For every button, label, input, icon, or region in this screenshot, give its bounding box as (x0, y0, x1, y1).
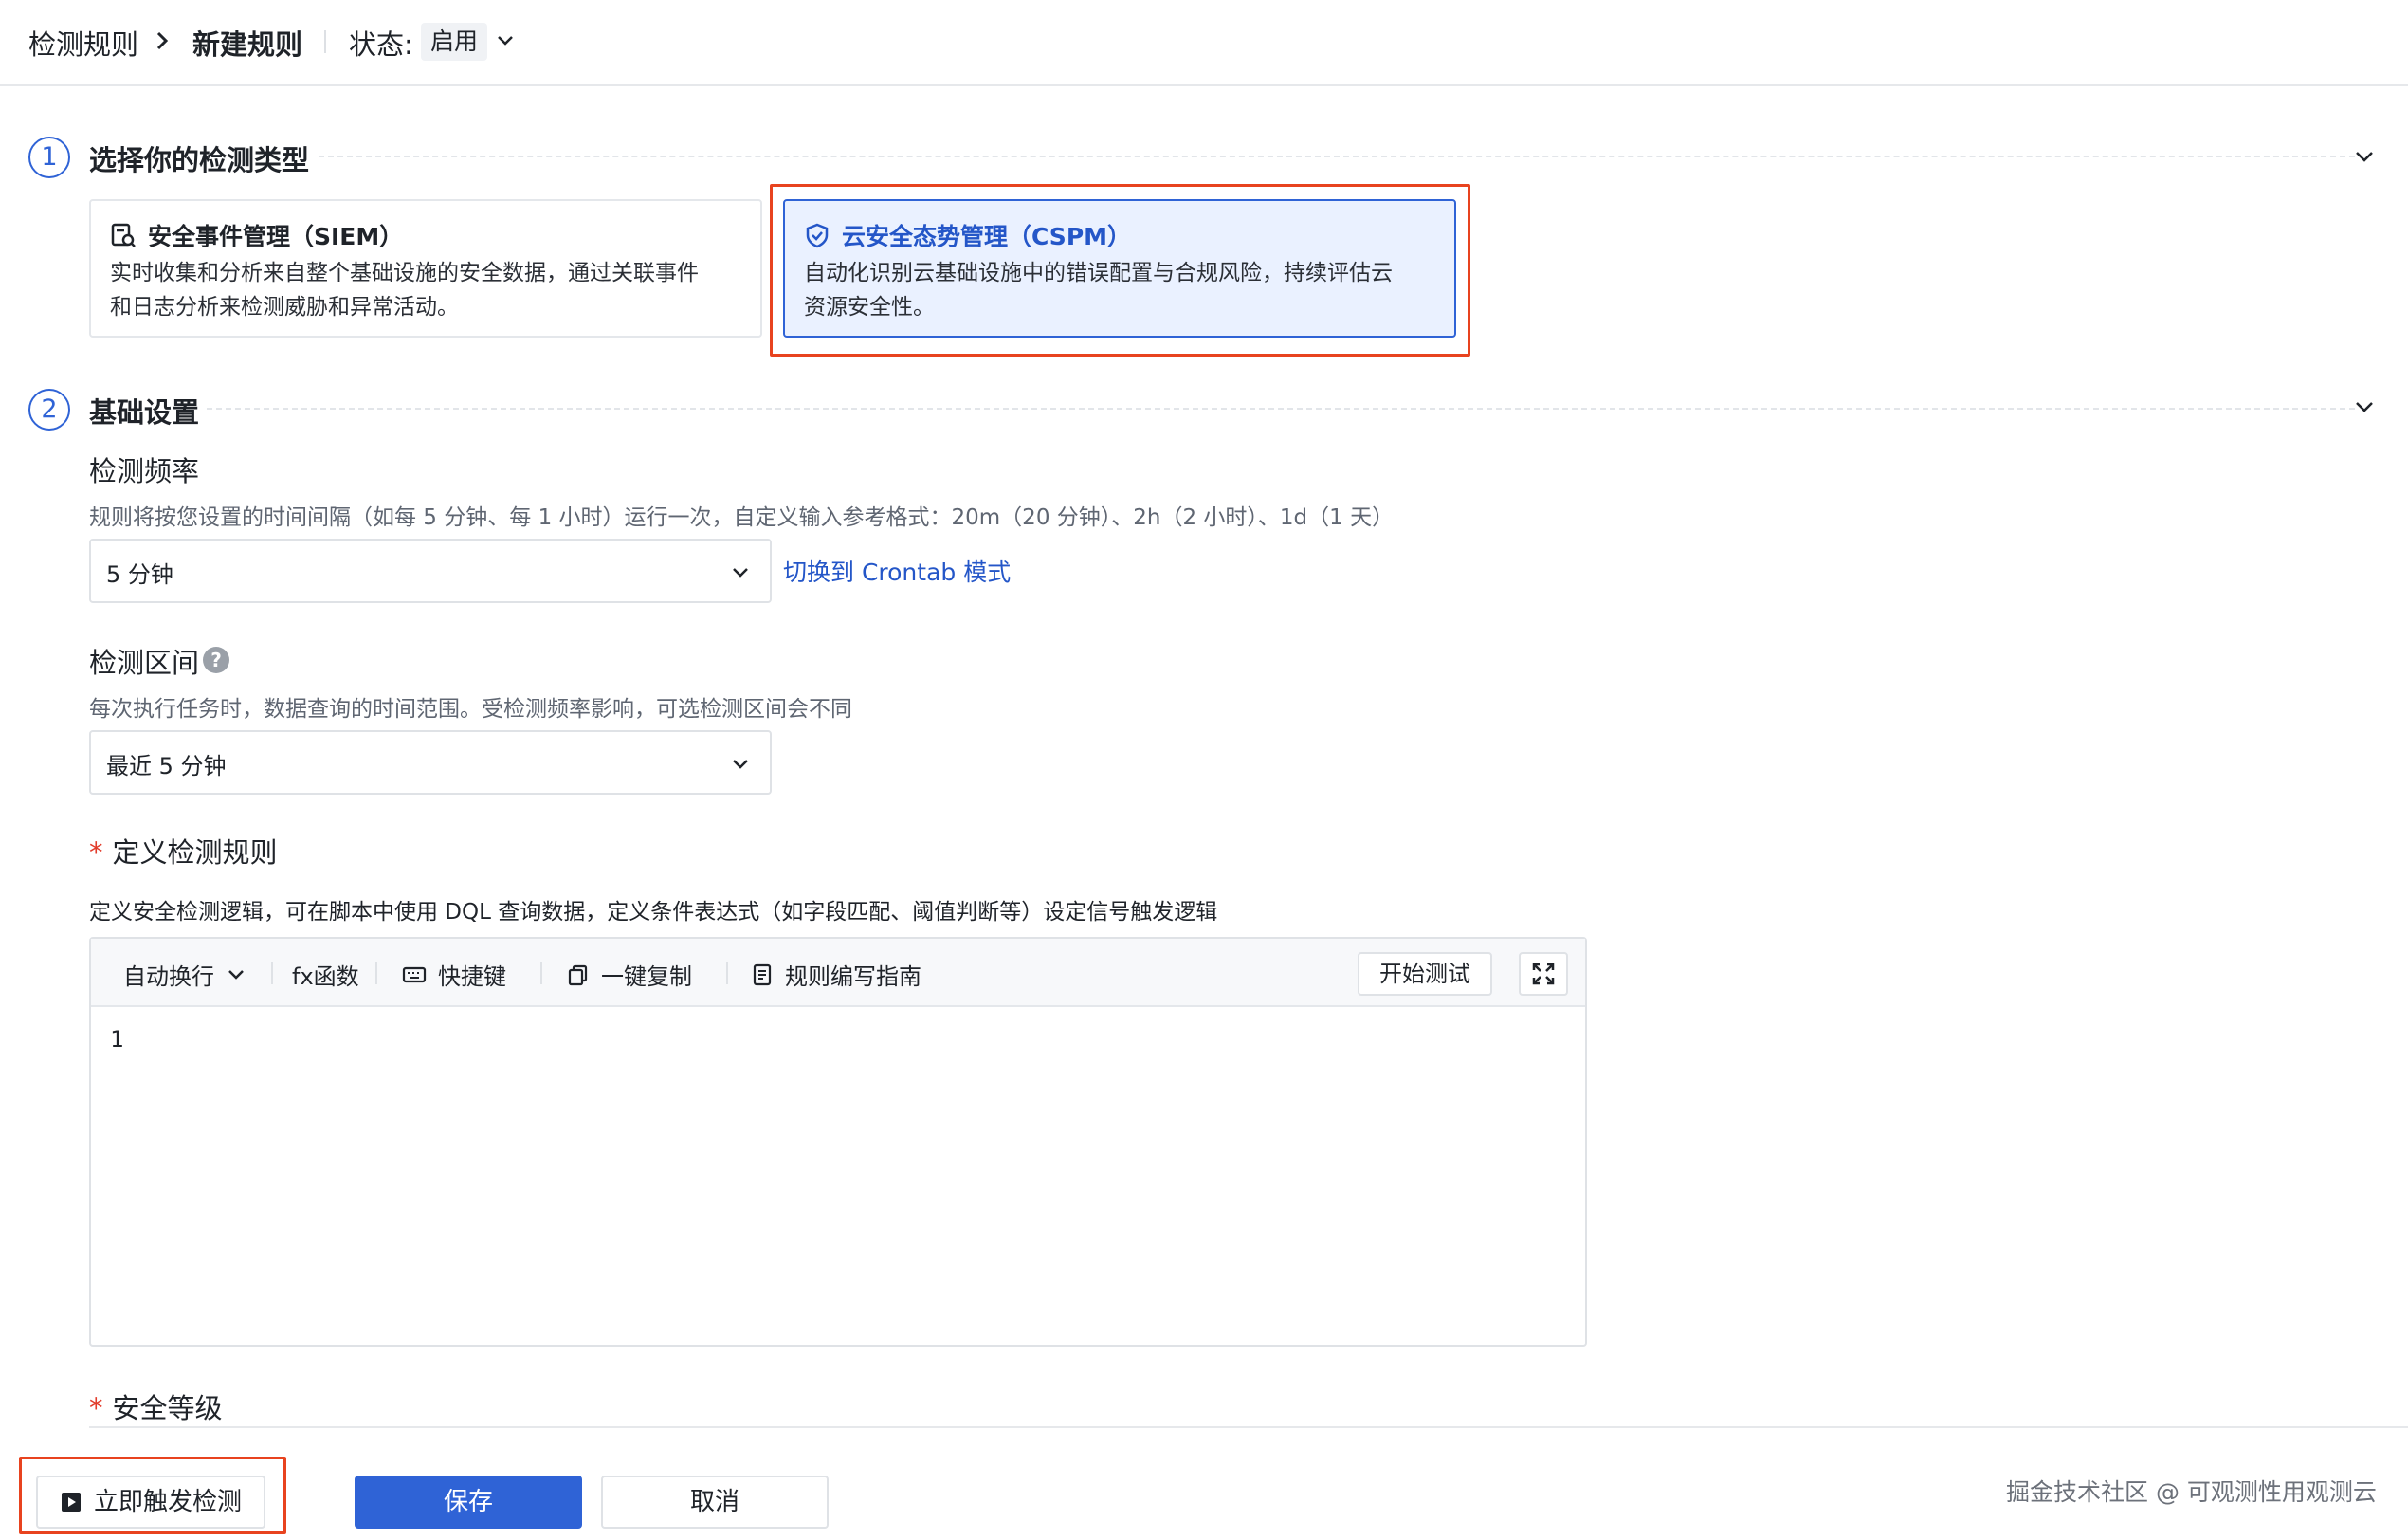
rule-help: 定义安全检测逻辑，可在脚本中使用 DQL 查询数据，定义条件表达式（如字段匹配、… (89, 900, 1218, 925)
chevron-down-icon[interactable] (495, 32, 516, 49)
step-number-1: 1 (28, 137, 70, 178)
collapse-step1-icon[interactable] (2353, 148, 2376, 165)
range-help: 每次执行任务时，数据查询的时间范围。受检测频率影响，可选检测区间会不同 (89, 697, 852, 722)
range-value: 最近 5 分钟 (106, 753, 227, 779)
highlight-box-trigger (19, 1457, 286, 1534)
step1-title: 选择你的检测类型 (89, 144, 310, 176)
range-select[interactable]: 最近 5 分钟 (89, 730, 772, 795)
document-search-icon (111, 223, 136, 248)
step2-title: 基础设置 (89, 396, 200, 429)
step1-divider (319, 156, 2355, 157)
word-wrap-toggle[interactable]: 自动换行 (123, 958, 258, 991)
chevron-right-icon (156, 31, 169, 50)
breadcrumb-root[interactable]: 检测规则 (28, 23, 138, 63)
keyboard-icon (402, 966, 427, 982)
footer-divider (89, 1426, 2408, 1428)
rule-label-text: 定义检测规则 (112, 836, 278, 869)
editor-toolbar: 自动换行 fx函数 快捷键 一键复制 规则编写指南 开始测试 (91, 939, 1585, 1007)
siem-card-title: 安全事件管理（SIEM） (110, 218, 741, 252)
fullscreen-icon (1532, 962, 1555, 985)
chevron-down-icon (228, 969, 244, 980)
cancel-button[interactable]: 取消 (601, 1476, 829, 1529)
save-button[interactable]: 保存 (355, 1476, 582, 1529)
toolbar-divider (540, 962, 542, 984)
crontab-mode-link[interactable]: 切换到 Crontab 模式 (783, 554, 1011, 588)
editor-line-number: 1 (110, 1026, 124, 1053)
top-bar: 检测规则 新建规则 状态: 启用 (0, 0, 2408, 86)
collapse-step2-icon[interactable] (2353, 398, 2376, 415)
siem-desc-line1: 实时收集和分析来自整个基础设施的安全数据，通过关联事件 (110, 261, 699, 285)
required-mark: * (89, 1392, 103, 1424)
shortcuts-label: 快捷键 (438, 963, 506, 990)
severity-label: * 安全等级 (89, 1386, 223, 1426)
step-number-2: 2 (28, 389, 70, 431)
rule-guide-button[interactable]: 规则编写指南 (751, 958, 921, 991)
toolbar-divider (726, 962, 728, 984)
copy-icon (568, 964, 588, 985)
status-value[interactable]: 启用 (421, 23, 488, 61)
frequency-select[interactable]: 5 分钟 (89, 539, 772, 603)
siem-title-text: 安全事件管理（SIEM） (148, 223, 404, 250)
fx-functions-button[interactable]: fx函数 (292, 958, 359, 991)
toolbar-divider (375, 962, 377, 984)
chevron-down-icon (733, 760, 748, 769)
siem-card[interactable]: 安全事件管理（SIEM） 实时收集和分析来自整个基础设施的安全数据，通过关联事件… (89, 199, 762, 338)
copy-all-button[interactable]: 一键复制 (567, 958, 692, 991)
chevron-down-icon (733, 568, 748, 578)
severity-label-text: 安全等级 (112, 1392, 223, 1424)
start-test-button[interactable]: 开始测试 (1358, 952, 1492, 996)
step2-divider (207, 408, 2355, 410)
help-icon[interactable]: ? (203, 647, 229, 673)
highlight-box-cspm (770, 184, 1470, 357)
header-divider (324, 30, 326, 53)
watermark-text: 掘金技术社区 @ 可观测性用观测云 (2006, 1478, 2377, 1506)
frequency-help: 规则将按您设置的时间间隔（如每 5 分钟、每 1 小时）运行一次，自定义输入参考… (89, 505, 1395, 530)
frequency-label: 检测频率 (89, 455, 200, 487)
word-wrap-label: 自动换行 (123, 963, 214, 990)
toolbar-divider (271, 962, 273, 984)
rule-code-editor[interactable]: 自动换行 fx函数 快捷键 一键复制 规则编写指南 开始测试 1 (89, 937, 1587, 1347)
document-icon (753, 963, 772, 985)
breadcrumb-current: 新建规则 (192, 28, 303, 61)
shortcuts-button[interactable]: 快捷键 (402, 958, 506, 991)
copy-all-label: 一键复制 (601, 963, 692, 990)
rule-label: * 定义检测规则 (89, 831, 278, 871)
frequency-value: 5 分钟 (106, 561, 173, 588)
status-label: 状态: (349, 28, 413, 61)
range-label: 检测区间 (89, 647, 200, 679)
siem-card-desc: 实时收集和分析来自整个基础设施的安全数据，通过关联事件 和日志分析来检测威胁和异… (110, 256, 741, 324)
required-mark: * (89, 836, 103, 869)
siem-desc-line2: 和日志分析来检测威胁和异常活动。 (110, 295, 459, 320)
rule-guide-label: 规则编写指南 (785, 963, 921, 990)
fullscreen-button[interactable] (1519, 952, 1568, 996)
